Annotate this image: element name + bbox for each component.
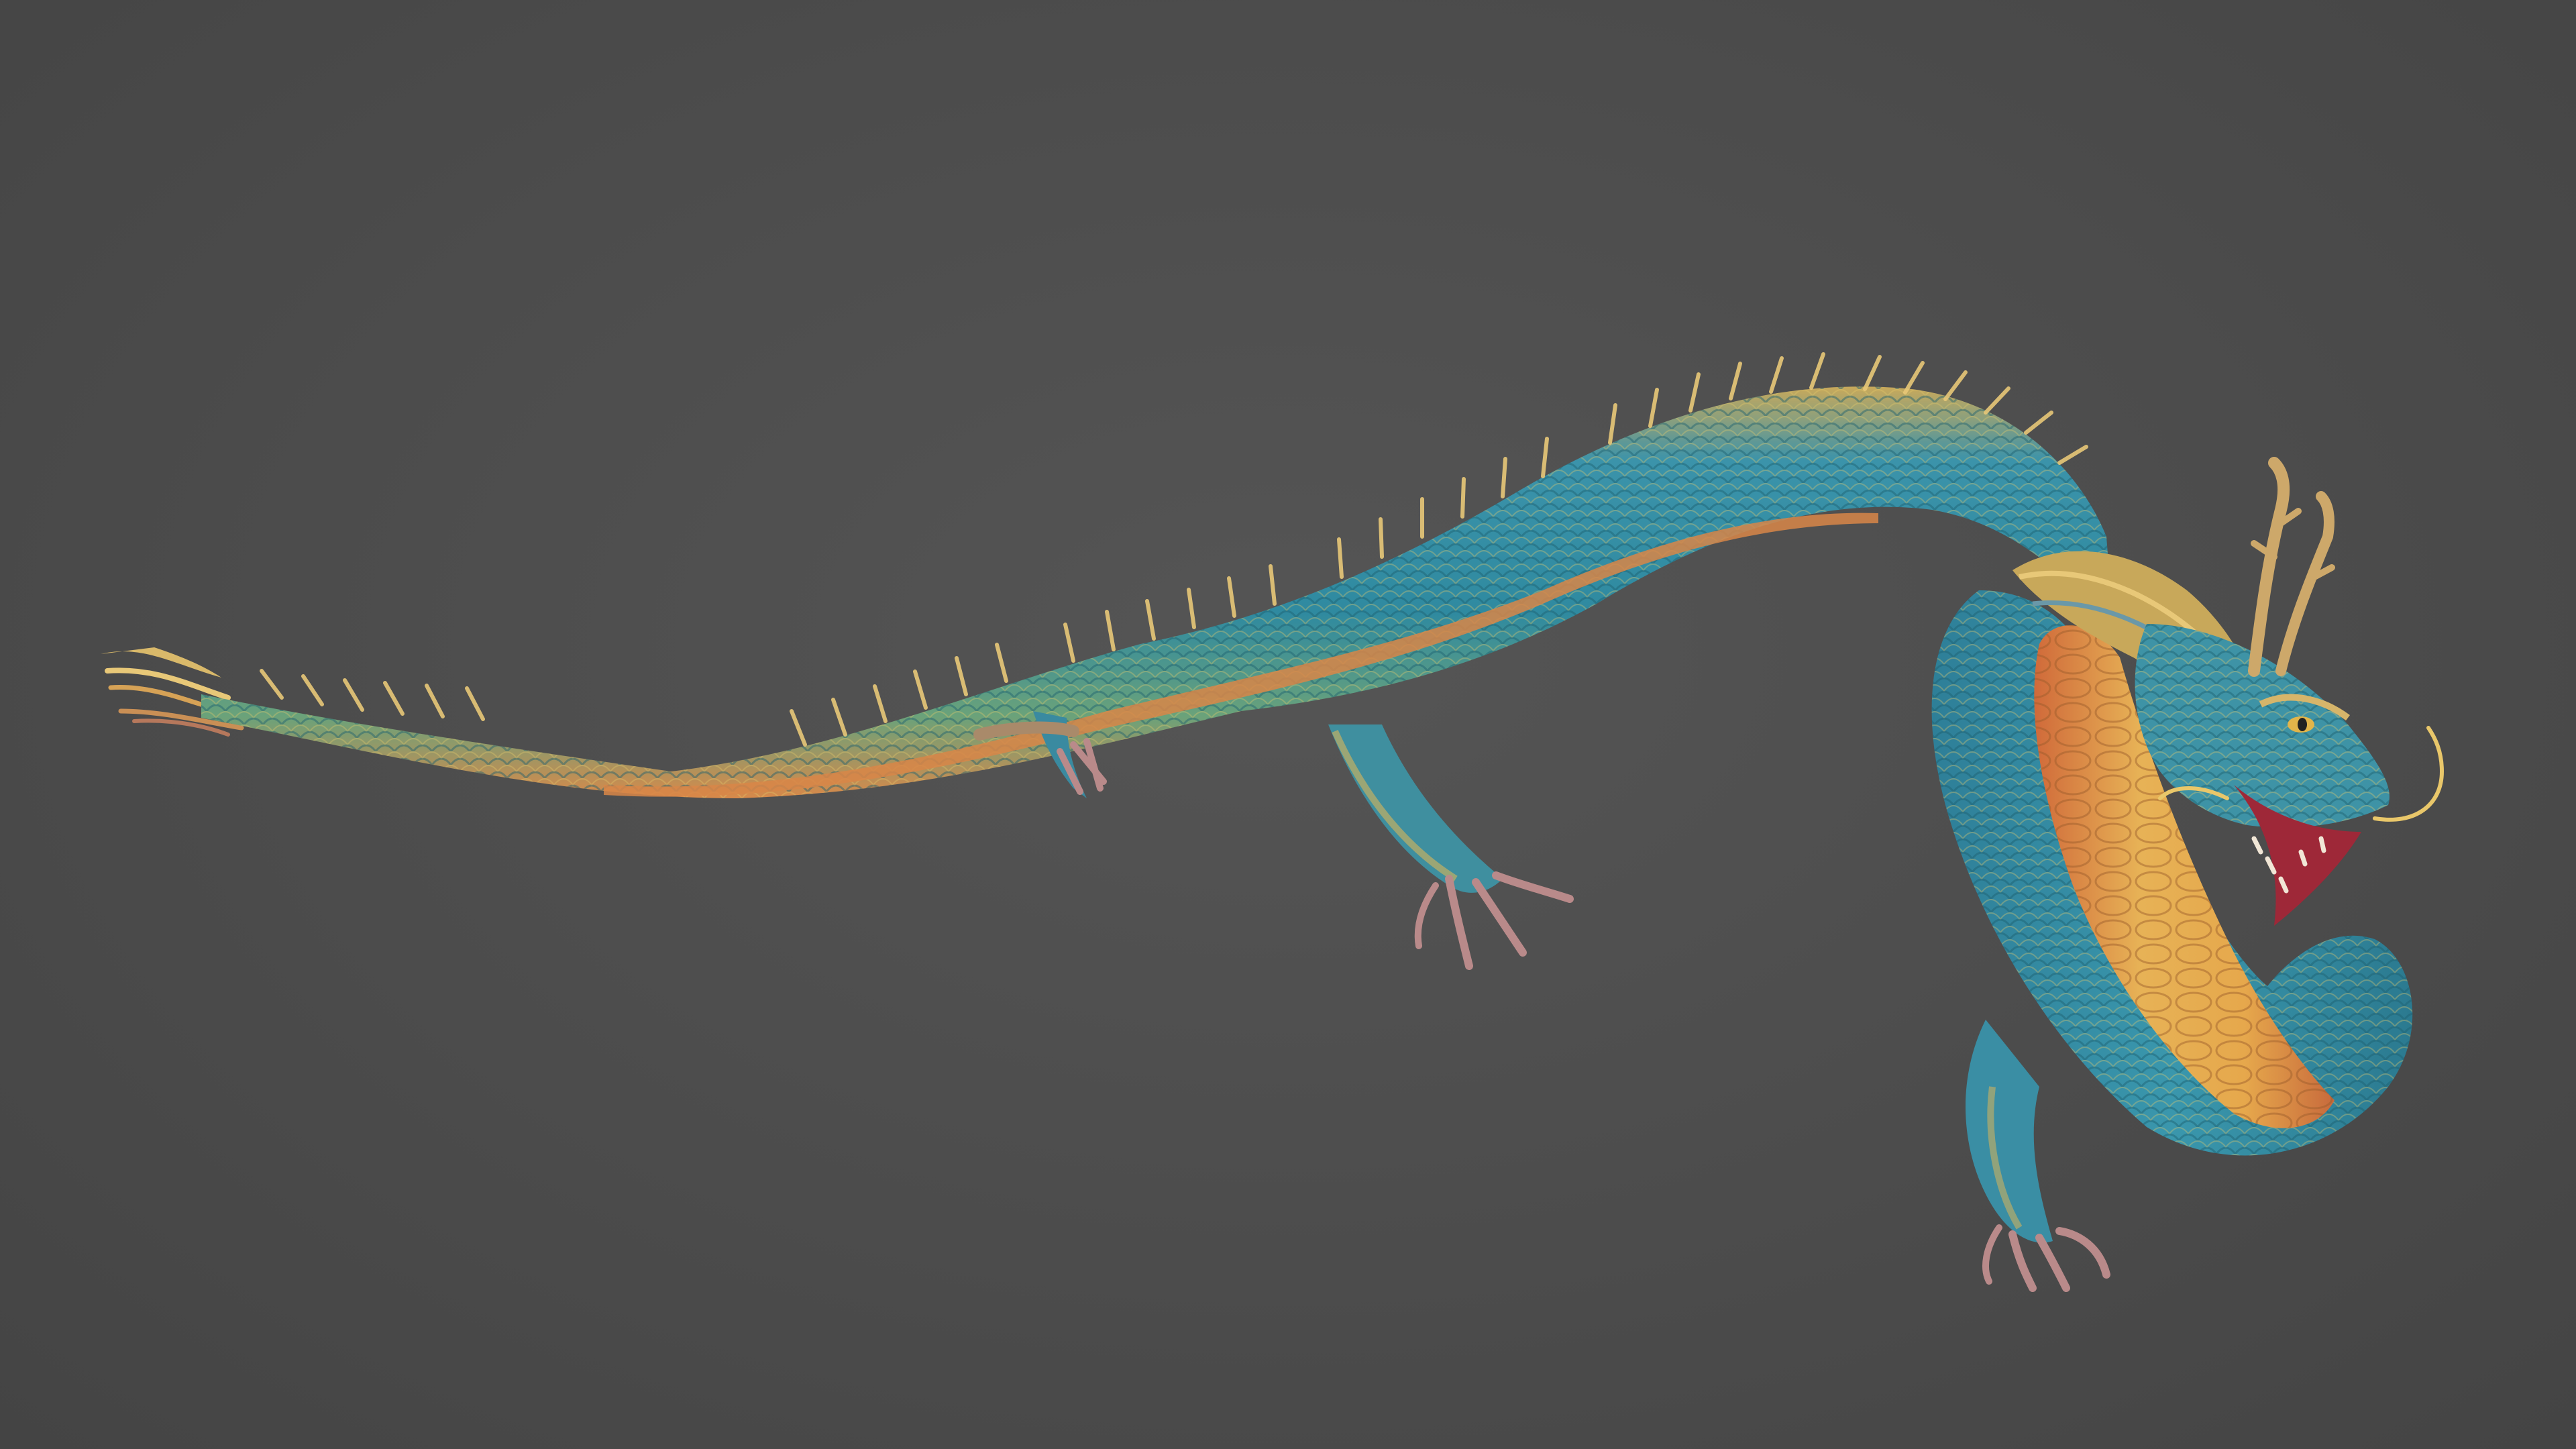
dragon-body [201, 386, 2113, 798]
front-leg [1328, 724, 1574, 970]
render-viewport [0, 0, 2576, 1449]
dragon-horns [2248, 457, 2335, 677]
dragon-render [101, 352, 2445, 1292]
